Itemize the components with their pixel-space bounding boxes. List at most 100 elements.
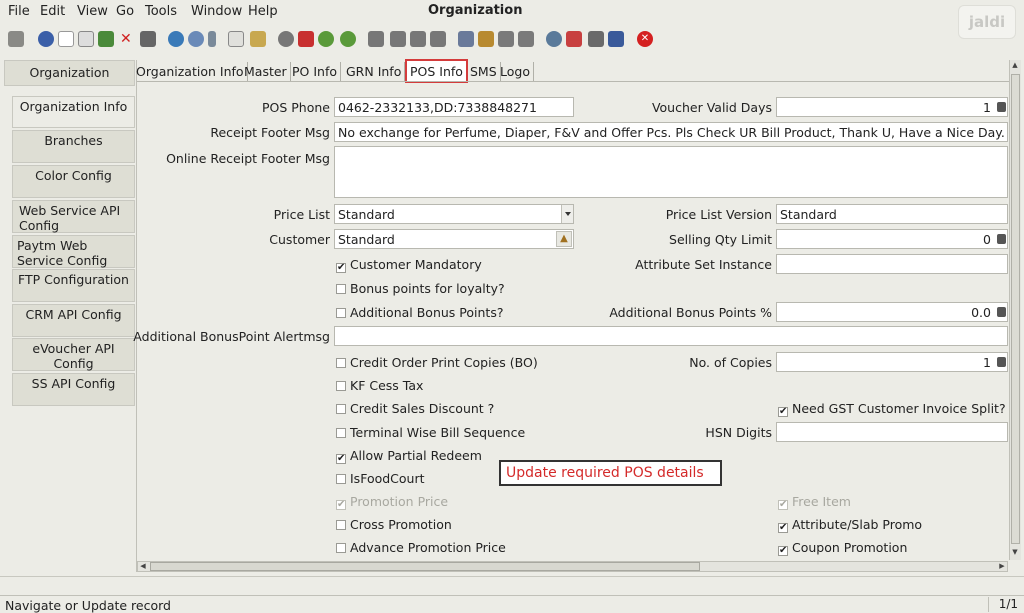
allow-partial-redeem-checkbox[interactable]: ✔ Allow Partial Redeem xyxy=(336,448,482,464)
nav-crm-api-config[interactable]: CRM API Config xyxy=(12,304,135,337)
last-icon[interactable] xyxy=(430,31,446,47)
new-icon[interactable] xyxy=(58,31,74,47)
kf-cess-tax-checkbox[interactable]: KF Cess Tax xyxy=(336,378,423,393)
menu-view[interactable]: View xyxy=(77,4,108,19)
save-icon[interactable] xyxy=(98,31,114,47)
spinner-icon[interactable] xyxy=(997,234,1006,244)
tab-pos-info[interactable]: POS Info xyxy=(405,59,468,83)
print2-icon[interactable] xyxy=(518,31,534,47)
copy-icon[interactable] xyxy=(78,31,94,47)
attribute-set-instance-input[interactable] xyxy=(776,254,1008,274)
menu-help[interactable]: Help xyxy=(248,4,278,19)
attribute-slab-promo-checkbox[interactable]: ✔ Attribute/Slab Promo xyxy=(778,517,922,533)
back-icon[interactable] xyxy=(318,31,334,47)
horizontal-scrollbar[interactable]: ◀ ▶ xyxy=(137,561,1008,572)
is-food-court-checkbox[interactable]: IsFoodCourt xyxy=(336,471,425,486)
spinner-icon[interactable] xyxy=(997,102,1006,112)
nav-color-config[interactable]: Color Config xyxy=(12,165,135,198)
forward-icon[interactable] xyxy=(340,31,356,47)
delete-icon[interactable]: ✕ xyxy=(120,31,136,47)
additional-bonus-alert-label: Additional BonusPoint Alertmsg xyxy=(133,329,330,344)
scroll-right-icon[interactable]: ▶ xyxy=(997,562,1007,571)
archive-icon[interactable] xyxy=(478,31,494,47)
refresh-icon[interactable] xyxy=(168,31,184,47)
additional-bonus-points-pct-value: 0.0 xyxy=(971,305,991,320)
credit-order-print-checkbox[interactable]: Credit Order Print Copies (BO) xyxy=(336,355,538,370)
nav-ftp-configuration[interactable]: FTP Configuration xyxy=(12,269,135,302)
pos-phone-input[interactable]: 0462-2332133,DD:7338848271 xyxy=(334,97,574,117)
attachment-icon[interactable] xyxy=(208,31,216,47)
advance-promotion-price-checkbox[interactable]: Advance Promotion Price xyxy=(336,540,506,555)
product-icon[interactable] xyxy=(588,31,604,47)
tab-master[interactable]: Master xyxy=(241,62,291,82)
nav-branches[interactable]: Branches xyxy=(12,130,135,163)
menu-edit[interactable]: Edit xyxy=(40,4,65,19)
close-icon[interactable]: ✕ xyxy=(637,31,653,47)
calculator-icon[interactable] xyxy=(608,31,624,47)
additional-bonus-alert-input[interactable] xyxy=(334,326,1008,346)
online-receipt-footer-textarea[interactable] xyxy=(334,146,1008,198)
nav-ss-api-config[interactable]: SS API Config xyxy=(12,373,135,406)
menu-file[interactable]: File xyxy=(8,4,30,19)
print-icon[interactable] xyxy=(140,31,156,47)
nav-paytm-web-service-config[interactable]: Paytm Web Service Config xyxy=(12,235,135,268)
help-icon[interactable] xyxy=(38,31,54,47)
vertical-scrollbar[interactable]: ▲ ▼ xyxy=(1009,60,1021,560)
nav-organization[interactable]: Organization xyxy=(4,60,135,86)
history-icon[interactable] xyxy=(250,31,266,47)
nav-evoucher-api-config[interactable]: eVoucher API Config xyxy=(12,338,135,371)
tab-po-info[interactable]: PO Info xyxy=(289,62,342,82)
home-icon[interactable] xyxy=(298,31,314,47)
scroll-up-icon[interactable]: ▲ xyxy=(1010,61,1020,70)
bonus-points-checkbox[interactable]: Bonus points for loyalty? xyxy=(336,281,505,296)
vertical-scroll-thumb[interactable] xyxy=(1011,74,1020,544)
globe-icon[interactable] xyxy=(278,31,294,47)
no-of-copies-input[interactable]: 1 xyxy=(776,352,1008,372)
menu-go[interactable]: Go xyxy=(116,4,134,19)
receipt-footer-input[interactable]: No exchange for Perfume, Diaper, F&V and… xyxy=(334,122,1008,142)
first-icon[interactable] xyxy=(368,31,384,47)
undo-icon[interactable] xyxy=(8,31,24,47)
spinner-icon[interactable] xyxy=(997,357,1006,367)
price-list-version-input[interactable]: Standard xyxy=(776,204,1008,224)
chat-icon[interactable] xyxy=(228,31,244,47)
menu-window[interactable]: Window xyxy=(191,4,242,19)
workflow-icon[interactable] xyxy=(566,31,582,47)
toolbar: ✕ ✕ xyxy=(0,26,1024,54)
nav-organization-info[interactable]: Organization Info xyxy=(12,96,135,128)
hsn-digits-input[interactable] xyxy=(776,422,1008,442)
additional-bonus-points-checkbox[interactable]: Additional Bonus Points? xyxy=(336,305,503,320)
spinner-icon[interactable] xyxy=(997,307,1006,317)
additional-bonus-points-pct-input[interactable]: 0.0 xyxy=(776,302,1008,322)
previous-icon[interactable] xyxy=(390,31,406,47)
promotion-price-checkbox[interactable]: ✔ Promotion Price xyxy=(336,494,448,510)
nav-web-service-api-config[interactable]: Web Service API Config xyxy=(12,200,135,233)
lookup-icon[interactable]: ▲ xyxy=(556,231,572,247)
scroll-down-icon[interactable]: ▼ xyxy=(1010,548,1020,557)
tab-logo[interactable]: Logo xyxy=(497,62,534,82)
next-icon[interactable] xyxy=(410,31,426,47)
terminal-wise-bill-checkbox[interactable]: Terminal Wise Bill Sequence xyxy=(336,425,525,440)
annotation-callout: Update required POS details xyxy=(499,460,722,486)
voucher-valid-days-input[interactable]: 1 xyxy=(776,97,1008,117)
customer-mandatory-checkbox[interactable]: ✔ Customer Mandatory xyxy=(336,257,482,273)
cross-promotion-checkbox[interactable]: Cross Promotion xyxy=(336,517,452,532)
find-icon[interactable] xyxy=(188,31,204,47)
chevron-down-icon[interactable] xyxy=(561,205,573,223)
scroll-left-icon[interactable]: ◀ xyxy=(138,562,148,571)
selling-qty-limit-input[interactable]: 0 xyxy=(776,229,1008,249)
print-preview-icon[interactable] xyxy=(498,31,514,47)
menu-tools[interactable]: Tools xyxy=(145,4,177,19)
price-list-select[interactable]: Standard xyxy=(334,204,574,224)
report-icon[interactable] xyxy=(458,31,474,47)
horizontal-scroll-thumb[interactable] xyxy=(150,562,700,571)
tab-sms[interactable]: SMS xyxy=(467,62,501,82)
zoom-icon[interactable] xyxy=(546,31,562,47)
free-item-checkbox[interactable]: ✔ Free Item xyxy=(778,494,851,510)
coupon-promotion-checkbox[interactable]: ✔ Coupon Promotion xyxy=(778,540,907,556)
need-gst-split-checkbox[interactable]: ✔ Need GST Customer Invoice Split? xyxy=(778,401,1006,417)
credit-sales-discount-checkbox[interactable]: Credit Sales Discount ? xyxy=(336,401,494,416)
customer-input[interactable]: Standard ▲ xyxy=(334,229,574,249)
tab-grn-info[interactable]: GRN Info xyxy=(343,62,406,82)
tab-organization-info[interactable]: Organization Info xyxy=(133,62,248,82)
